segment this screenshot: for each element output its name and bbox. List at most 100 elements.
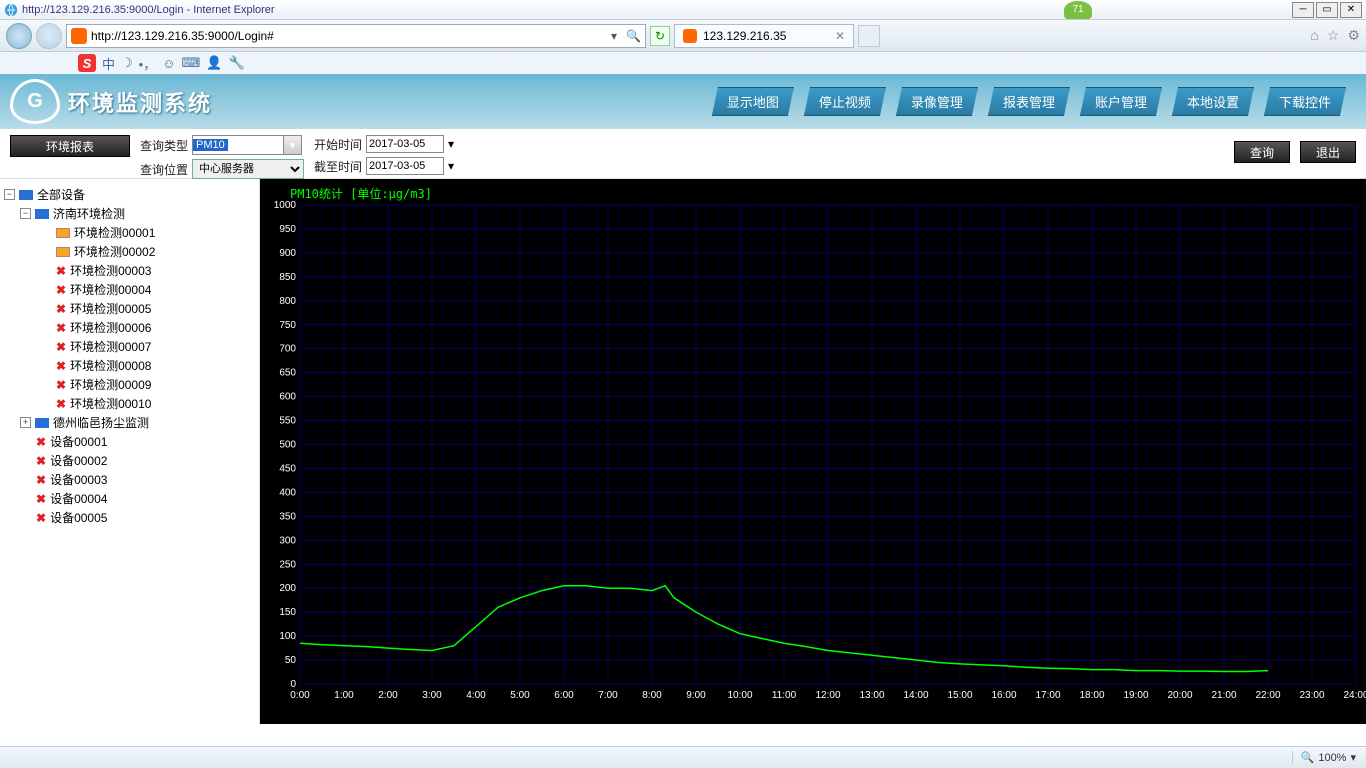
- start-date-input[interactable]: [366, 135, 444, 153]
- tree-device-0-1[interactable]: 环境检测00002: [4, 242, 255, 261]
- app-title: 环境监测系统: [68, 86, 212, 118]
- chevron-down-icon[interactable]: ▾: [448, 159, 454, 173]
- new-tab-button[interactable]: [858, 25, 880, 47]
- svg-text:13:00: 13:00: [859, 690, 884, 701]
- url-field[interactable]: ▾ 🔍: [66, 24, 646, 48]
- svg-text:20:00: 20:00: [1167, 690, 1192, 701]
- tab-label: 123.129.216.35: [703, 29, 786, 43]
- tab-favicon-icon: [683, 29, 697, 43]
- zoom-control[interactable]: 🔍 100% ▾: [1292, 751, 1356, 764]
- svg-text:19:00: 19:00: [1123, 690, 1148, 701]
- svg-text:3:00: 3:00: [422, 690, 442, 701]
- nav-item-5[interactable]: 本地设置: [1172, 87, 1254, 116]
- svg-text:7:00: 7:00: [598, 690, 618, 701]
- close-button[interactable]: ✕: [1340, 2, 1362, 18]
- tree-device-0-3[interactable]: ✖环境检测00004: [4, 280, 255, 299]
- tree-device-0-9[interactable]: ✖环境检测00010: [4, 394, 255, 413]
- tree-loose-device-1[interactable]: ✖设备00002: [4, 451, 255, 470]
- nav-item-1[interactable]: 停止视频: [804, 87, 886, 116]
- tree-loose-device-2[interactable]: ✖设备00003: [4, 470, 255, 489]
- svg-text:6:00: 6:00: [554, 690, 574, 701]
- sogou-icon[interactable]: S: [78, 54, 96, 72]
- start-date-label: 开始时间: [314, 136, 362, 153]
- tree-group-0[interactable]: −济南环境检测: [4, 204, 255, 223]
- favicon-icon: [71, 28, 87, 44]
- nav-item-2[interactable]: 录像管理: [896, 87, 978, 116]
- back-button[interactable]: [6, 23, 32, 49]
- ime-mode[interactable]: 中: [102, 54, 115, 73]
- favorites-icon[interactable]: ☆: [1327, 27, 1340, 44]
- tree-device-0-7[interactable]: ✖环境检测00008: [4, 356, 255, 375]
- svg-text:150: 150: [279, 607, 296, 618]
- svg-text:500: 500: [279, 440, 296, 451]
- nav-item-3[interactable]: 报表管理: [988, 87, 1070, 116]
- app-logo-icon: G: [10, 79, 60, 124]
- svg-text:400: 400: [279, 487, 296, 498]
- svg-text:900: 900: [279, 248, 296, 259]
- minimize-button[interactable]: ─: [1292, 2, 1314, 18]
- svg-text:9:00: 9:00: [686, 690, 706, 701]
- svg-text:18:00: 18:00: [1079, 690, 1104, 701]
- tree-loose-device-3[interactable]: ✖设备00004: [4, 489, 255, 508]
- svg-text:14:00: 14:00: [903, 690, 928, 701]
- svg-text:850: 850: [279, 272, 296, 283]
- search-icon[interactable]: 🔍: [626, 29, 641, 43]
- tree-device-0-5[interactable]: ✖环境检测00006: [4, 318, 255, 337]
- svg-text:450: 450: [279, 463, 296, 474]
- svg-text:700: 700: [279, 344, 296, 355]
- forward-button[interactable]: [36, 23, 62, 49]
- end-date-input[interactable]: [366, 157, 444, 175]
- svg-text:24:00: 24:00: [1343, 690, 1366, 701]
- moon-icon[interactable]: ☽: [121, 55, 133, 71]
- type-label: 查询类型: [140, 137, 188, 154]
- nav-item-6[interactable]: 下载控件: [1264, 87, 1346, 116]
- report-button[interactable]: 环境报表: [10, 135, 130, 157]
- svg-text:5:00: 5:00: [510, 690, 530, 701]
- tree-loose-device-4[interactable]: ✖设备00005: [4, 508, 255, 527]
- exit-button[interactable]: 退出: [1300, 141, 1356, 163]
- url-input[interactable]: [91, 29, 602, 43]
- tree-device-0-2[interactable]: ✖环境检测00003: [4, 261, 255, 280]
- window-titlebar: http://123.129.216.35:9000/Login - Inter…: [0, 0, 1366, 20]
- tree-device-0-8[interactable]: ✖环境检测00009: [4, 375, 255, 394]
- tree-group-1[interactable]: +德州临邑扬尘监测: [4, 413, 255, 432]
- tree-loose-device-0[interactable]: ✖设备00001: [4, 432, 255, 451]
- person-icon[interactable]: 👤: [206, 55, 222, 71]
- nav-item-0[interactable]: 显示地图: [712, 87, 794, 116]
- end-date-label: 截至时间: [314, 158, 362, 175]
- svg-text:10:00: 10:00: [727, 690, 752, 701]
- url-dropdown-icon[interactable]: ▾: [606, 29, 622, 43]
- svg-text:23:00: 23:00: [1299, 690, 1324, 701]
- wrench-icon[interactable]: 🔧: [228, 55, 244, 71]
- chevron-down-icon[interactable]: ▾: [448, 137, 454, 151]
- location-select[interactable]: 中心服务器: [192, 159, 304, 179]
- svg-text:0:00: 0:00: [290, 690, 310, 701]
- tab-close-icon[interactable]: ✕: [835, 29, 845, 43]
- comma-icon[interactable]: •，: [139, 54, 157, 73]
- svg-text:350: 350: [279, 511, 296, 522]
- maximize-button[interactable]: ▭: [1316, 2, 1338, 18]
- svg-text:100: 100: [279, 631, 296, 642]
- smiley-icon[interactable]: ☺: [162, 56, 175, 71]
- nav-item-4[interactable]: 账户管理: [1080, 87, 1162, 116]
- tree-root[interactable]: −全部设备: [4, 185, 255, 204]
- svg-text:1000: 1000: [274, 200, 297, 211]
- tree-device-0-6[interactable]: ✖环境检测00007: [4, 337, 255, 356]
- home-icon[interactable]: ⌂: [1310, 27, 1318, 44]
- query-button[interactable]: 查询: [1234, 141, 1290, 163]
- keyboard-icon[interactable]: ⌨: [182, 55, 201, 71]
- tree-device-0-4[interactable]: ✖环境检测00005: [4, 299, 255, 318]
- chart-area: PM10统计 [单位:μg/m3] 0501001502002503003504…: [260, 179, 1366, 724]
- svg-text:15:00: 15:00: [947, 690, 972, 701]
- browser-tab[interactable]: 123.129.216.35 ✕: [674, 24, 854, 48]
- svg-text:12:00: 12:00: [815, 690, 840, 701]
- refresh-button[interactable]: ↻: [650, 26, 670, 46]
- type-select[interactable]: PM10 ▾: [192, 135, 302, 155]
- location-label: 查询位置: [140, 161, 188, 178]
- tree-device-0-0[interactable]: 环境检测00001: [4, 223, 255, 242]
- tools-icon[interactable]: ⚙: [1347, 27, 1360, 44]
- chevron-down-icon[interactable]: ▾: [1350, 751, 1356, 764]
- main-nav: 显示地图停止视频录像管理报表管理账户管理本地设置下载控件: [712, 87, 1366, 116]
- type-value: PM10: [193, 139, 228, 151]
- svg-text:300: 300: [279, 535, 296, 546]
